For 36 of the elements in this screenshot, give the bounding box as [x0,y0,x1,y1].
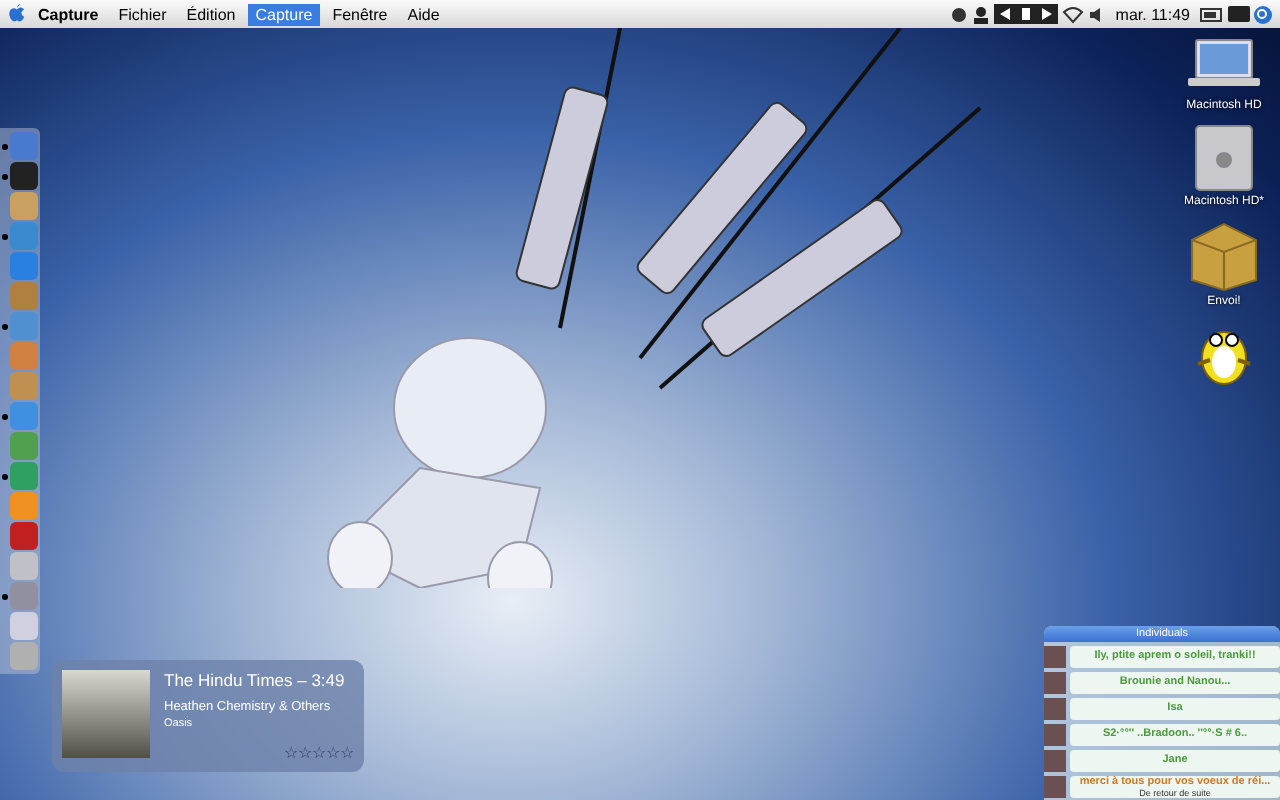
buddy-avatar [1044,697,1066,719]
media-controls-icon[interactable] [993,4,1058,24]
menu-item[interactable]: Fenêtre [324,3,396,25]
buddy-avatar [1044,723,1066,745]
menu-item[interactable]: Fichier [110,3,175,25]
rating-star[interactable]: ☆ [326,744,340,762]
cardboard-box-icon[interactable] [1188,220,1260,292]
album-cover-placeholder [62,670,150,758]
rating-star[interactable]: ☆ [312,744,326,762]
wifi-icon[interactable] [1061,5,1084,23]
person-icon[interactable] [971,5,990,23]
dock-app-icon[interactable] [2,222,38,250]
menu-item[interactable]: Édition [178,3,244,25]
clock[interactable]: mar. 11:49 [1109,5,1196,23]
buddy-avatar [1044,671,1066,693]
volume-icon[interactable] [1087,5,1106,23]
computer-cube-icon[interactable] [1193,124,1254,192]
rating-star[interactable]: ☆ [340,744,354,762]
buddy-avatar [1044,775,1066,797]
battery-icon[interactable] [1200,7,1224,21]
track-title: The Hindu Times – 3:49 [164,670,347,690]
menu-item[interactable]: Aide [399,3,448,25]
dock-app-icon[interactable] [2,162,38,190]
rating-star[interactable]: ☆ [298,744,312,762]
dock-app-icon[interactable] [2,462,38,490]
buddy-avatar [1044,645,1066,667]
apple-icon[interactable] [8,4,26,24]
rating-star[interactable]: ☆ [284,744,298,762]
menu-item[interactable]: Capture [247,3,321,25]
dock-app-icon[interactable] [2,312,38,340]
dock-app-icon[interactable] [2,132,38,160]
app-menu[interactable]: Capture [30,3,107,25]
search-icon[interactable] [1254,5,1272,23]
buddy-avatar [1044,749,1066,771]
dock-app-icon[interactable] [2,402,38,430]
dock-app-icon[interactable] [2,582,38,610]
